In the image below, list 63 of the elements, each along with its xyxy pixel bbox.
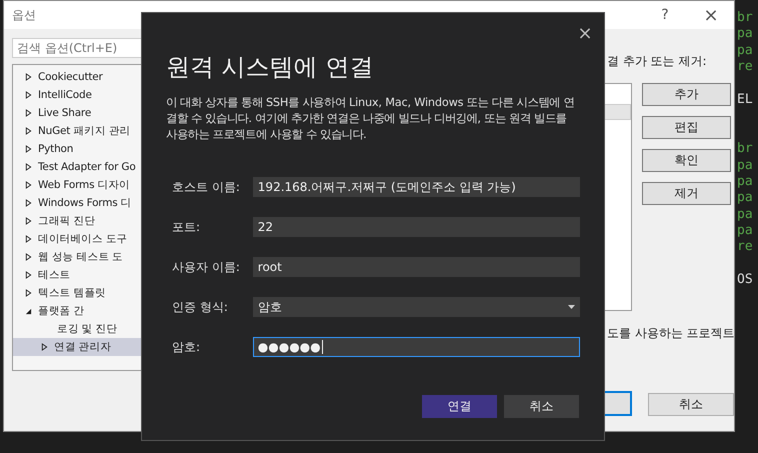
expand-arrow-icon[interactable] <box>25 271 32 279</box>
tree-item[interactable]: 플랫폼 간 <box>13 302 171 320</box>
tree-item[interactable]: Python <box>13 140 171 158</box>
side-button[interactable]: 제거 <box>642 182 731 205</box>
expand-arrow-icon[interactable] <box>25 217 32 225</box>
window-title: 옵션 <box>12 6 36 24</box>
expand-arrow-icon[interactable] <box>25 181 32 189</box>
tree-item[interactable]: 웹 성능 테스트 도 <box>13 248 171 266</box>
field-label: 인증 형식: <box>172 298 229 316</box>
cancel-button[interactable]: 취소 <box>648 393 734 416</box>
code-text: re <box>737 239 753 256</box>
code-text: OS <box>737 272 753 289</box>
code-text: pa <box>737 206 753 224</box>
code-text: br <box>737 10 753 26</box>
tree-item[interactable]: 데이터베이스 도구 <box>13 230 171 248</box>
tree-item[interactable]: 그래픽 진단 <box>13 212 171 230</box>
close-button[interactable]: × <box>688 4 734 26</box>
expand-arrow-icon[interactable] <box>41 343 48 351</box>
code-text: br <box>737 141 753 158</box>
input-field[interactable]: root <box>252 257 580 277</box>
code-text: pa <box>737 174 753 190</box>
side-button[interactable]: 추가 <box>642 83 731 106</box>
side-button[interactable]: 편집 <box>642 116 731 139</box>
cancel-button[interactable]: 취소 <box>504 395 579 418</box>
field-label: 호스트 이름: <box>172 178 241 196</box>
tree-item[interactable]: 텍스트 템플릿 <box>13 284 171 302</box>
code-text: re <box>737 59 753 76</box>
side-button[interactable]: 확인 <box>642 149 731 172</box>
expand-arrow-icon[interactable] <box>25 145 32 153</box>
expand-arrow-icon[interactable] <box>25 199 32 207</box>
section-label: 결 추가 또는 제거: <box>607 53 706 70</box>
close-button[interactable]: × <box>576 25 594 43</box>
password-field[interactable]: ●●●●●● <box>252 337 580 357</box>
expand-arrow-icon[interactable] <box>25 253 32 261</box>
code-text: pa <box>737 190 753 207</box>
input-field[interactable]: 22 <box>252 217 580 237</box>
field-label: 포트: <box>172 218 202 236</box>
collapse-arrow-icon[interactable] <box>25 307 32 315</box>
code-text: pa <box>737 42 753 60</box>
auth-type-dropdown[interactable]: 암호 <box>252 297 580 317</box>
code-text: pa <box>737 158 753 174</box>
tree-item[interactable]: 테스트 <box>13 266 171 284</box>
connect-button[interactable]: 연결 <box>422 395 497 418</box>
dropdown-caret-icon[interactable] <box>568 305 575 309</box>
field-label: 암호: <box>172 338 202 356</box>
expand-arrow-icon[interactable] <box>25 109 32 117</box>
tree-item[interactable]: Web Forms 디자이 <box>13 176 171 194</box>
help-button[interactable]: ? <box>642 7 688 23</box>
field-label: 사용자 이름: <box>172 258 241 276</box>
expand-arrow-icon[interactable] <box>25 73 32 81</box>
expand-arrow-icon[interactable] <box>25 91 32 99</box>
expand-arrow-icon[interactable] <box>25 163 32 171</box>
tree-item[interactable]: Test Adapter for Go <box>13 158 171 176</box>
code-text: pa <box>737 26 753 43</box>
tree-item[interactable]: Windows Forms 디 <box>13 194 171 212</box>
note-text: 도를 사용하는 프로젝트 <box>607 325 735 342</box>
expand-arrow-icon[interactable] <box>25 127 32 135</box>
code-text: EL <box>737 92 753 108</box>
code-text: pa <box>737 223 753 240</box>
expand-arrow-icon[interactable] <box>25 289 32 297</box>
expand-arrow-icon[interactable] <box>25 235 32 243</box>
input-field[interactable]: 192.168.어쩌구.저쩌구 (도메인주소 입력 가능) <box>252 177 580 197</box>
dialog-description: 이 대화 상자를 통해 SSH를 사용하여 Linux, Mac, Windows 또는 다른 시스템에 연결할 수 있습니다. 여기에 추가한 연결은 나중에 빌드나 디버깅에, 또는 원격 빌드를 사용하는 프로젝트에 사용할 수 있습니다. <box>166 95 576 143</box>
